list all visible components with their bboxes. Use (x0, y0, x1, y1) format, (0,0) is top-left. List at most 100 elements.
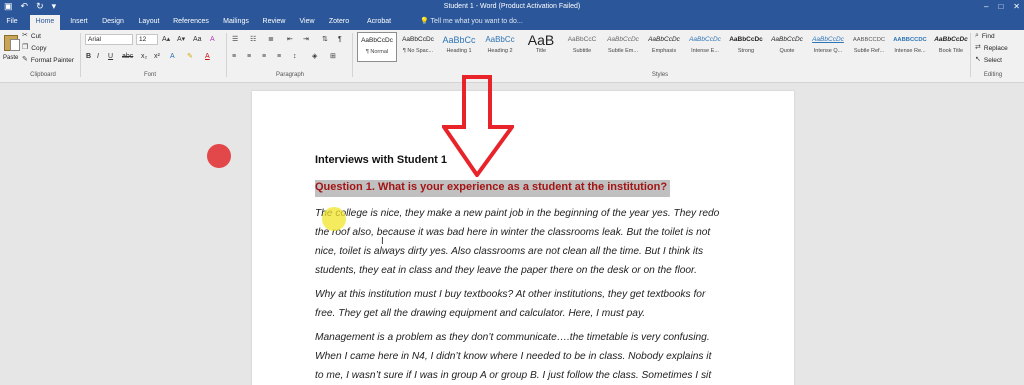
paragraph-2: Why at this institution must I buy textb… (315, 285, 735, 323)
copy-button[interactable]: ❐ Copy (22, 44, 46, 52)
style-name: Title (535, 48, 547, 54)
change-case-icon[interactable]: Aa (193, 35, 202, 45)
tab-acrobat[interactable]: Acrobat (362, 15, 396, 30)
tab-zotero[interactable]: Zotero (325, 15, 353, 30)
style-name: Emphasis (651, 48, 677, 54)
tab-references[interactable]: References (170, 15, 212, 30)
close-icon[interactable]: ✕ (1013, 0, 1020, 13)
paste-sheet-icon (10, 39, 20, 51)
tab-layout[interactable]: Layout (134, 15, 164, 30)
text-line: nice, toilet is always dirty yes. Also c… (315, 246, 704, 257)
scissors-icon: ✂ (22, 32, 28, 39)
tab-file[interactable]: File (2, 15, 22, 30)
increase-indent-icon[interactable]: ⇥ (303, 35, 309, 45)
style-title[interactable]: AaB Title (521, 32, 561, 62)
style-subtle-reference[interactable]: AABBCCDC Subtle Ref... (849, 32, 889, 62)
style-heading-2[interactable]: AaBbCc Heading 2 (480, 32, 520, 62)
style-heading-1[interactable]: AaBbCc Heading 1 (439, 32, 479, 62)
clipboard-group-label: Clipboard (30, 72, 56, 78)
tab-insert[interactable]: Insert (66, 15, 92, 30)
style-sample: AaBbCcDc (689, 36, 721, 43)
font-size-select[interactable]: 12 (136, 34, 158, 45)
style-intense-emphasis[interactable]: AaBbCcDc Intense E... (685, 32, 725, 62)
select-button[interactable]: ↖ Select (975, 56, 1002, 64)
strikethrough-button[interactable]: abc (122, 52, 133, 62)
style-name: Intense Re... (894, 48, 926, 54)
group-divider (352, 33, 353, 77)
align-left-icon[interactable]: ≡ (232, 52, 236, 62)
styles-gallery: AaBbCcDc ¶ Normal AaBbCcDc ¶ No Spac... … (355, 32, 968, 70)
subscript-button[interactable]: x₂ (141, 52, 147, 62)
font-group-label: Font (143, 72, 156, 78)
superscript-button[interactable]: x² (154, 52, 160, 62)
tab-review[interactable]: Review (260, 15, 288, 30)
style-quote[interactable]: AaBbCcDc Quote (767, 32, 807, 62)
cut-button[interactable]: ✂ Cut (22, 32, 41, 40)
text-line: free. They get all the drawing equipment… (315, 308, 646, 319)
tab-mailings[interactable]: Mailings (219, 15, 253, 30)
highlight-icon[interactable]: ✎ (187, 52, 193, 62)
lightbulb-icon: 💡 (420, 18, 429, 25)
grow-font-icon[interactable]: A▴ (162, 35, 170, 45)
styles-group-label: Styles (651, 72, 669, 78)
paragraph-1: The college is nice, they make a new pai… (315, 204, 735, 280)
bullets-icon[interactable]: ☰ (232, 35, 238, 45)
replace-button[interactable]: ⇄ Replace (975, 44, 1008, 52)
style-name: Book Title (938, 48, 964, 54)
style-emphasis[interactable]: AaBbCcDc Emphasis (644, 32, 684, 62)
sort-icon[interactable]: ⇅ (322, 35, 328, 45)
line-spacing-icon[interactable]: ↕ (293, 52, 297, 62)
justify-icon[interactable]: ≡ (277, 52, 281, 62)
font-name-select[interactable]: Arial (85, 34, 133, 45)
style-intense-quote[interactable]: AaBbCcDc Intense Q... (808, 32, 848, 62)
underline-button[interactable]: U (108, 52, 113, 62)
font-size-value: 12 (139, 36, 147, 43)
select-label: Select (983, 56, 1002, 64)
numbering-icon[interactable]: ☷ (250, 35, 256, 45)
show-marks-icon[interactable]: ¶ (338, 35, 342, 45)
decrease-indent-icon[interactable]: ⇤ (287, 35, 293, 45)
document-page[interactable]: Interviews with Student 1 Question 1. Wh… (252, 91, 794, 385)
bold-button[interactable]: B (86, 52, 91, 62)
tab-design[interactable]: Design (99, 15, 127, 30)
italic-button[interactable]: I (97, 52, 99, 62)
text-line: students, they eat in class and they lea… (315, 265, 697, 276)
align-center-icon[interactable]: ≡ (247, 52, 251, 62)
format-painter-button[interactable]: ✎ Format Painter (22, 56, 74, 64)
tab-home[interactable]: Home (30, 15, 60, 30)
style-sample: AaBbCcDc (729, 36, 763, 43)
align-right-icon[interactable]: ≡ (262, 52, 266, 62)
style-subtitle[interactable]: AaBbCcC Subtitle (562, 32, 602, 62)
multilevel-list-icon[interactable]: ≣ (268, 35, 274, 45)
style-name: Subtle Ref... (853, 48, 885, 54)
tell-me-search[interactable]: 💡 Tell me what you want to do... (420, 15, 523, 28)
clear-formatting-icon[interactable]: A (210, 35, 215, 45)
style-sample: AaBbCcDc (812, 36, 844, 43)
style-name: Heading 2 (487, 48, 513, 54)
tell-me-label: Tell me what you want to do... (430, 18, 523, 25)
style-normal[interactable]: AaBbCcDc ¶ Normal (357, 32, 397, 62)
text-line: The college is nice, they make a new pai… (315, 208, 720, 219)
group-divider (970, 33, 971, 77)
shrink-font-icon[interactable]: A▾ (177, 35, 185, 45)
borders-icon[interactable]: ⊞ (330, 52, 336, 62)
font-name-value: Arial (88, 36, 102, 43)
minimize-icon[interactable]: – (984, 0, 988, 13)
text-effects-icon[interactable]: A (170, 52, 175, 62)
style-sample: AaBbCcDc (648, 36, 680, 43)
maximize-icon[interactable]: □ (998, 0, 1003, 13)
copy-icon: ❐ (22, 44, 29, 51)
text-line: When I came here in N4, I didn’t know wh… (315, 351, 712, 362)
shading-icon[interactable]: ◈ (312, 52, 317, 62)
tab-view[interactable]: View (296, 15, 318, 30)
style-subtle-emphasis[interactable]: AaBbCcDc Subtle Em... (603, 32, 643, 62)
find-button[interactable]: ⌕ Find (975, 32, 995, 40)
style-intense-reference[interactable]: AABBCCDC Intense Re... (890, 32, 930, 62)
font-color-icon[interactable]: A (205, 52, 210, 62)
style-book-title[interactable]: AaBbCcDc Book Title (931, 32, 971, 62)
style-strong[interactable]: AaBbCcDc Strong (726, 32, 766, 62)
style-no-spacing[interactable]: AaBbCcDc ¶ No Spac... (398, 32, 438, 62)
paste-button[interactable]: Paste (2, 33, 24, 61)
style-name: ¶ Normal (365, 49, 389, 55)
paste-label: Paste (3, 55, 19, 61)
